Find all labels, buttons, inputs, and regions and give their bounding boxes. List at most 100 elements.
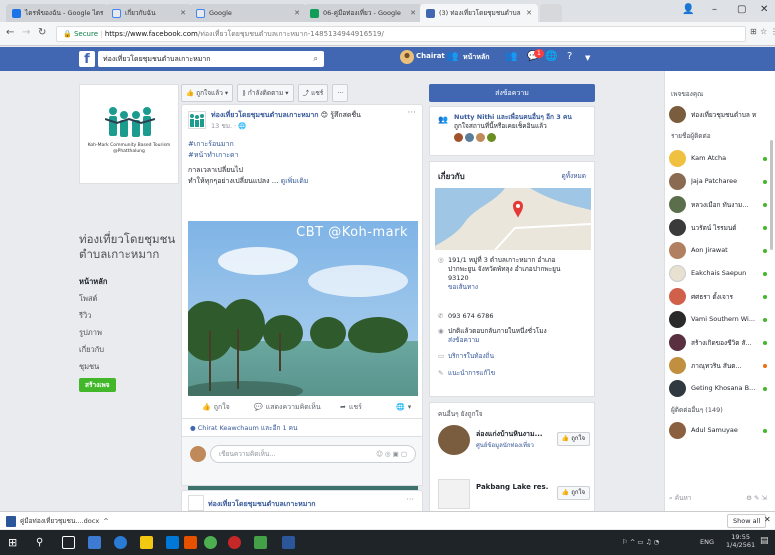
hashtag-link[interactable]: #หน้าทำเกาะดา	[188, 150, 239, 161]
reload-icon[interactable]: ↻	[38, 27, 46, 38]
location-map[interactable]	[435, 188, 591, 250]
notifications-icon[interactable]: 🌐	[545, 51, 557, 62]
likers-summary[interactable]: ● Chirat Keawchaum และอีก 1 คน	[181, 418, 423, 436]
url-field[interactable]: 🔒 Secure | https://www.facebook.com/ท่อง…	[56, 26, 746, 42]
close-download-bar-icon[interactable]: ✕	[764, 515, 771, 524]
liked-button[interactable]: 👍 ถูกใจแล้ว ▾	[181, 84, 234, 102]
explorer-taskbar-icon[interactable]	[88, 536, 101, 549]
like-page-button[interactable]: 👍 ถูกใจ	[556, 432, 590, 446]
word-taskbar-icon[interactable]	[282, 536, 295, 549]
chat-contact[interactable]: Aon Jirawat	[669, 241, 771, 261]
see-more-link[interactable]: ดูเพิ่มเติม	[281, 177, 309, 185]
search-icon[interactable]: ⚲	[36, 536, 49, 549]
avatar[interactable]	[400, 50, 414, 67]
like-page-button[interactable]: 👍 ถูกใจ	[556, 486, 590, 500]
edge-taskbar-icon[interactable]	[114, 536, 127, 549]
friend-likers-text[interactable]: Nutty Nithi และเพื่อนคนอื่นๆ อีก 3 คน	[454, 113, 572, 121]
phone-number[interactable]: 093 674 6786	[448, 312, 582, 321]
forward-icon[interactable]: →	[22, 27, 30, 38]
suggest-edit-link[interactable]: แนะนำการแก้ไข	[448, 369, 495, 377]
page-nav-reviews[interactable]: รีวิว	[79, 310, 179, 327]
show-all-downloads-button[interactable]: Show all	[727, 514, 767, 528]
category-link[interactable]: บริการในท้องถิ่น	[448, 352, 494, 360]
post-timestamp[interactable]: 13 ชม. · 🌐	[211, 121, 246, 131]
page-nav-home[interactable]: หน้าหลัก	[79, 276, 179, 293]
send-message-button[interactable]: ส่งข้อความ	[429, 84, 595, 102]
following-button[interactable]: ⟫ กำลังติดตาม ▾	[237, 84, 294, 102]
audience-selector[interactable]: 🌐 ▾	[396, 403, 411, 411]
page-nav-about[interactable]: เกี่ยวกับ	[79, 344, 179, 361]
chat-contact[interactable]: Adul Samuyae	[669, 421, 771, 441]
input-language[interactable]: ENG	[700, 538, 714, 546]
browser-tab[interactable]: 06-คู่มือท่องเที่ยว - Google ✕	[304, 4, 422, 22]
home-link[interactable]: หน้าหลัก	[463, 52, 489, 63]
search-icon[interactable]: ⌕	[314, 51, 318, 67]
post-author-name[interactable]: ท่องเที่ยวโดยชุมชนตำบลเกาะหมาก	[211, 111, 319, 119]
facebook-logo[interactable]: f	[79, 51, 95, 67]
chat-page-item[interactable]: ท่องเที่ยวชุมชนตำบล หาด...	[669, 105, 771, 125]
more-options-button[interactable]: ···	[332, 84, 349, 102]
chat-settings-icons[interactable]: ⚙ ✎ ⇲	[746, 491, 767, 505]
download-item[interactable]: คู่มือท่องเที่ยวชุมชน....docx ^	[6, 514, 109, 528]
close-window-icon[interactable]: ✕	[760, 4, 768, 15]
browser-tab[interactable]: Google ✕	[190, 4, 306, 22]
page-profile-picture[interactable]: Koh-Mark Community Based Tourism @Phatth…	[79, 84, 179, 184]
app-taskbar-icon[interactable]	[228, 536, 241, 549]
account-menu-icon[interactable]: ▼	[585, 54, 590, 62]
chat-contact[interactable]: สร้างเกิดของชีวิต สั...	[669, 333, 771, 353]
page-nav-photos[interactable]: รูปภาพ	[79, 327, 179, 344]
chat-contact[interactable]: ภาณุทวริน สันต...	[669, 356, 771, 376]
chat-contact[interactable]: หลวงเมือก ทันงาม...	[669, 195, 771, 215]
app-taskbar-icon[interactable]	[254, 536, 267, 549]
post-author-name[interactable]: ท่องเที่ยวโดยชุมชนตำบลเกาะหมาก	[208, 499, 388, 510]
chrome-taskbar-icon[interactable]	[204, 536, 217, 549]
translate-icon[interactable]: ⊞	[750, 27, 757, 36]
back-icon[interactable]: ←	[6, 27, 14, 38]
create-page-button[interactable]: สร้างเพจ	[79, 378, 116, 392]
chat-contact[interactable]: Vami Southern Wi...	[669, 310, 771, 330]
page-title[interactable]: ท่องเที่ยวโดยชุมชนตำบลเกาะหมาก	[79, 232, 179, 262]
share-button[interactable]: ➦ แชร์	[340, 402, 362, 413]
share-page-button[interactable]: ⤴ แชร์	[297, 84, 329, 102]
close-tab-icon[interactable]: ✕	[406, 9, 416, 17]
store-taskbar-icon[interactable]	[166, 536, 179, 549]
find-friends-icon[interactable]: 👥	[446, 51, 458, 62]
browser-tab[interactable]: ไดรฟ์ของฉัน - Google ไดร ✕	[6, 4, 108, 22]
facebook-search-input[interactable]: ท่องเที่ยวโดยชุมชนตำบลเกาะหมาก ⌕	[98, 51, 324, 67]
page-nav-posts[interactable]: โพสต์	[79, 293, 179, 310]
clock[interactable]: 19:55 1/4/2561	[726, 533, 755, 549]
page-nav-community[interactable]: ชุมชน	[79, 361, 179, 378]
minimize-icon[interactable]: –	[712, 4, 717, 15]
chat-contact[interactable]: ศศธรา ตั้งเจาร	[669, 287, 771, 307]
profile-icon[interactable]: 👤	[682, 4, 694, 15]
about-see-all-link[interactable]: ดูทั้งหมด	[562, 171, 586, 181]
comment-button[interactable]: 💬 แสดงความคิดเห็น	[254, 402, 321, 413]
friend-requests-icon[interactable]: 👥	[505, 51, 517, 62]
post-options-icon[interactable]: ···	[407, 108, 416, 118]
chat-contact[interactable]: Eakchais Saepun	[669, 264, 771, 284]
bookmark-star-icon[interactable]: ☆	[760, 27, 767, 36]
action-center-icon[interactable]: ▤	[760, 536, 769, 546]
emoji-camera-gif-sticker-icons[interactable]: ☺ ◎ ▣ ▢	[376, 446, 407, 462]
chat-contact[interactable]: Geting Khosana B...	[669, 379, 771, 399]
hashtag-link[interactable]: #เกาะร้อนมาก	[188, 139, 239, 150]
chat-contact[interactable]: Kam Atcha	[669, 149, 771, 169]
related-page-item[interactable]: Pakbang Lake res... 👍 ถูกใจ	[438, 479, 590, 511]
file-manager-taskbar-icon[interactable]	[140, 536, 153, 549]
send-message-link[interactable]: ส่งข้อความ	[448, 336, 479, 344]
close-tab-icon[interactable]: ✕	[290, 9, 300, 17]
windows-start-icon[interactable]: ⊞	[8, 536, 21, 549]
new-tab-button[interactable]	[540, 4, 562, 22]
maximize-icon[interactable]: ▢	[737, 4, 746, 15]
related-page-title[interactable]: ล่องแก่งบ้านหินงาม...	[476, 429, 548, 440]
help-icon[interactable]: ?	[567, 51, 572, 62]
related-page-title[interactable]: Pakbang Lake res...	[476, 483, 548, 491]
browser-tab-active[interactable]: (3) ท่องเที่ยวโดยชุมชนตำบล ✕	[420, 4, 538, 22]
close-tab-icon[interactable]: ✕	[522, 9, 532, 17]
chat-contact[interactable]: นวรัตน์ ไรรมนต์	[669, 218, 771, 238]
scrollbar[interactable]	[770, 140, 773, 250]
profile-name[interactable]: Chairat	[416, 52, 445, 60]
friend-avatars[interactable]	[454, 133, 590, 145]
tray-icons[interactable]: ⚐ ^ ▭ ♫ ◔	[622, 538, 659, 546]
like-button[interactable]: 👍 ถูกใจ	[202, 402, 230, 413]
